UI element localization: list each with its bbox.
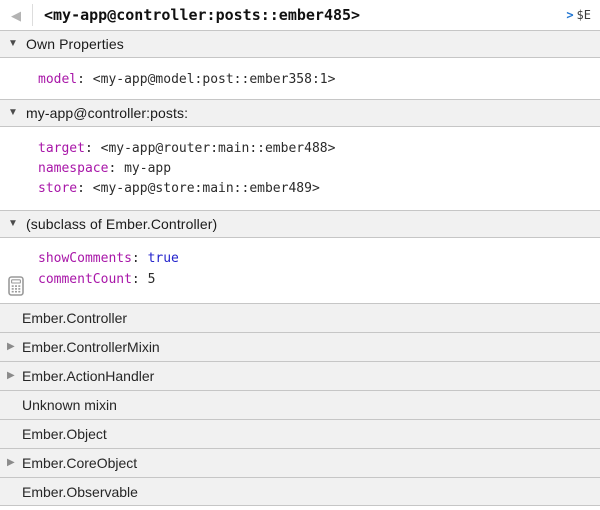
subclass-content: showComments: true commentCount: 5 [0, 238, 600, 303]
triangle-right-icon: ▶ [7, 342, 22, 352]
property-name: commentCount [38, 272, 132, 287]
mixin-list: Ember.Controller ▶ Ember.ControllerMixin… [0, 303, 600, 506]
property-row-target: target: <my-app@router:main::ember488> [38, 139, 600, 159]
property-name: namespace [38, 161, 108, 176]
mixin-row-ember-controllermixin[interactable]: ▶ Ember.ControllerMixin [0, 332, 600, 361]
mixin-label: Ember.ActionHandler [22, 368, 154, 384]
mixin-row-ember-observable: Ember.Observable [0, 477, 600, 506]
object-title: <my-app@controller:posts::ember485> [44, 6, 360, 24]
mixin-row-ember-controller: Ember.Controller [0, 303, 600, 332]
inspector-toolbar: ◀ <my-app@controller:posts::ember485> > … [0, 0, 600, 30]
section-header-controller-posts[interactable]: ▼ my-app@controller:posts: [0, 99, 600, 127]
controller-posts-content: target: <my-app@router:main::ember488> n… [0, 127, 600, 210]
own-properties-content: model: <my-app@model:post::ember358:1> [0, 58, 600, 99]
section-header-subclass[interactable]: ▼ (subclass of Ember.Controller) [0, 210, 600, 238]
send-to-console-link[interactable]: > $E [566, 8, 591, 22]
triangle-right-icon: ▶ [7, 371, 22, 381]
triangle-down-icon: ▼ [8, 219, 26, 229]
mixin-label: Unknown mixin [22, 397, 117, 413]
triangle-right-icon: ▶ [7, 458, 22, 468]
back-arrow-icon: ◀ [11, 9, 21, 22]
property-row-commentcount: commentCount: 5 [38, 269, 600, 290]
property-name: target [38, 141, 85, 156]
property-name: showComments [38, 251, 132, 266]
mixin-row-ember-actionhandler[interactable]: ▶ Ember.ActionHandler [0, 361, 600, 390]
section-header-own-properties[interactable]: ▼ Own Properties [0, 30, 600, 58]
console-chevron-icon: > [566, 8, 573, 22]
calculator-icon [8, 276, 24, 296]
console-variable-label: $E [577, 8, 591, 22]
mixin-row-ember-object: Ember.Object [0, 419, 600, 448]
property-name: store [38, 181, 77, 196]
property-value[interactable]: true [148, 251, 179, 266]
section-label: (subclass of Ember.Controller) [26, 216, 217, 232]
mixin-row-ember-coreobject[interactable]: ▶ Ember.CoreObject [0, 448, 600, 477]
triangle-down-icon: ▼ [8, 39, 26, 49]
property-row-store: store: <my-app@store:main::ember489> [38, 179, 600, 199]
property-value[interactable]: <my-app@router:main::ember488> [101, 141, 336, 156]
mixin-row-unknown-mixin: Unknown mixin [0, 390, 600, 419]
property-row-model: model: <my-app@model:post::ember358:1> [38, 70, 600, 90]
property-row-namespace: namespace: my-app [38, 159, 600, 179]
property-value[interactable]: <my-app@model:post::ember358:1> [93, 72, 336, 87]
back-button[interactable]: ◀ [0, 0, 32, 30]
mixin-label: Ember.Object [22, 426, 107, 442]
mixin-label: Ember.Observable [22, 484, 138, 500]
mixin-label: Ember.ControllerMixin [22, 339, 160, 355]
section-label: Own Properties [26, 36, 124, 52]
property-value[interactable]: 5 [148, 272, 156, 287]
property-name: model [38, 72, 77, 87]
property-value[interactable]: <my-app@store:main::ember489> [93, 181, 320, 196]
property-row-showcomments: showComments: true [38, 248, 600, 269]
mixin-label: Ember.Controller [22, 310, 127, 326]
mixin-label: Ember.CoreObject [22, 455, 137, 471]
section-label: my-app@controller:posts: [26, 105, 188, 121]
property-value[interactable]: my-app [124, 161, 171, 176]
triangle-down-icon: ▼ [8, 108, 26, 118]
toolbar-divider [32, 4, 33, 26]
